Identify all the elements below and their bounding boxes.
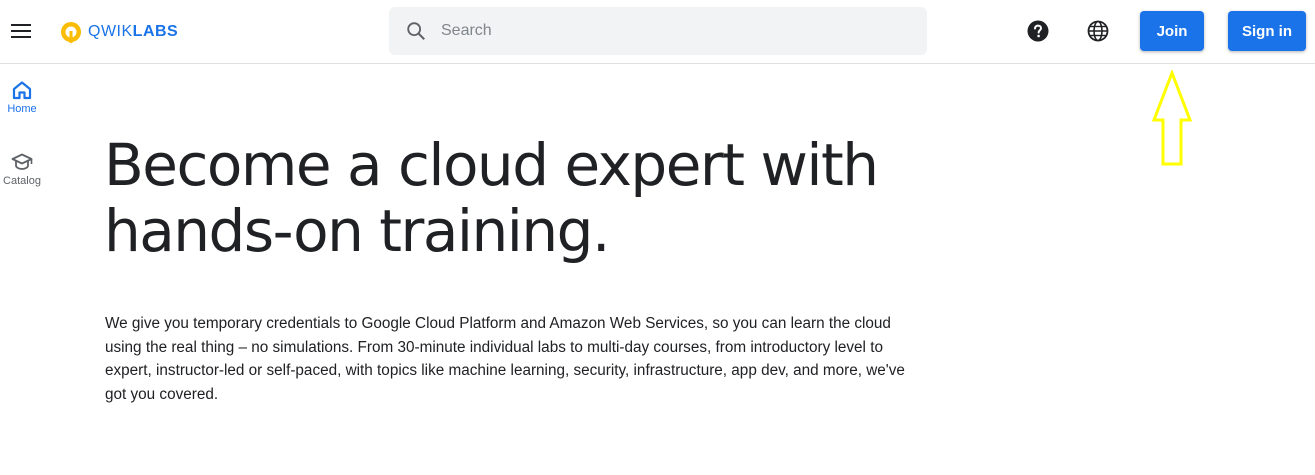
hero-headline-line-1: Become a cloud expert with [104,131,879,199]
sidebar-item-catalog[interactable]: Catalog [0,152,44,187]
join-button[interactable]: Join [1140,11,1204,51]
home-icon [12,81,32,100]
search-icon [407,22,425,40]
help-circle-icon[interactable] [1026,19,1050,43]
search-bar[interactable] [389,7,927,55]
hero-headline: Become a cloud expert with hands-on trai… [104,132,924,264]
globe-icon[interactable] [1086,19,1110,43]
sidebar-item-label: Home [7,103,37,115]
logo-text-prefix: QWIK [88,23,133,40]
hamburger-menu-icon[interactable] [6,16,36,46]
qwiklabs-logo-icon [61,22,81,43]
logo-text: QWIKLABS [88,23,178,41]
search-input[interactable] [441,22,881,40]
up-arrow-annotation-icon [1151,70,1193,166]
graduation-cap-icon [11,153,33,170]
logo-text-suffix: LABS [132,23,179,40]
sign-in-button[interactable]: Sign in [1228,11,1306,51]
qwiklabs-logo[interactable]: QWIKLABS [60,19,178,45]
sidebar-item-home[interactable]: Home [0,80,44,115]
sidebar-item-label: Catalog [3,175,41,187]
hero-headline-line-2: hands-on training. [104,197,610,265]
hero-description: We give you temporary credentials to Goo… [105,315,905,403]
top-app-bar: QWIKLABS Join Sign in [0,0,1315,64]
